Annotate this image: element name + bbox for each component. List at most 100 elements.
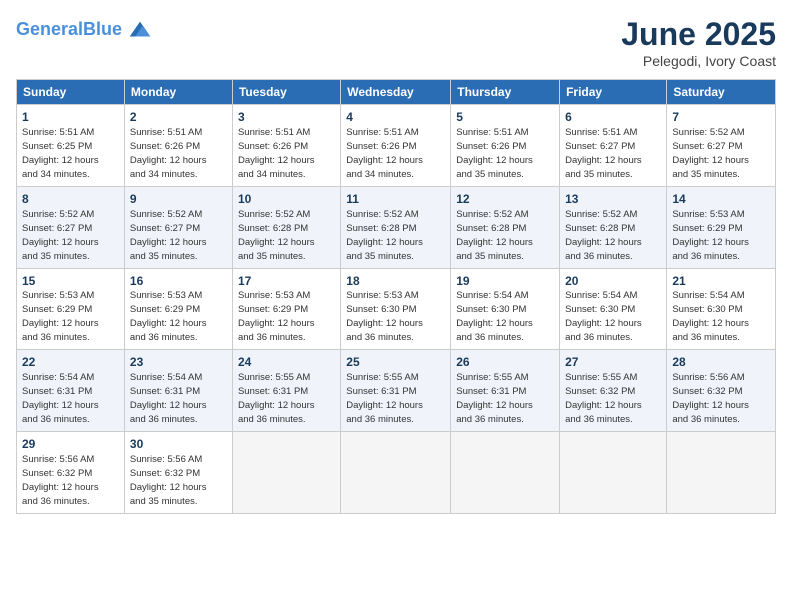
day-info: Sunrise: 5:52 AM Sunset: 6:28 PM Dayligh… — [346, 209, 423, 262]
logo-text: GeneralBlue — [16, 20, 122, 40]
day-number: 15 — [22, 273, 119, 290]
day-number: 16 — [130, 273, 227, 290]
calendar-cell: 23Sunrise: 5:54 AM Sunset: 6:31 PM Dayli… — [124, 350, 232, 432]
day-header-friday: Friday — [560, 80, 667, 105]
day-info: Sunrise: 5:52 AM Sunset: 6:27 PM Dayligh… — [22, 209, 99, 262]
day-number: 7 — [672, 109, 770, 126]
day-info: Sunrise: 5:54 AM Sunset: 6:30 PM Dayligh… — [456, 290, 533, 343]
calendar-cell: 26Sunrise: 5:55 AM Sunset: 6:31 PM Dayli… — [451, 350, 560, 432]
day-header-saturday: Saturday — [667, 80, 776, 105]
day-info: Sunrise: 5:53 AM Sunset: 6:30 PM Dayligh… — [346, 290, 423, 343]
calendar-cell: 27Sunrise: 5:55 AM Sunset: 6:32 PM Dayli… — [560, 350, 667, 432]
day-header-tuesday: Tuesday — [232, 80, 340, 105]
day-info: Sunrise: 5:55 AM Sunset: 6:31 PM Dayligh… — [346, 372, 423, 425]
calendar-cell: 17Sunrise: 5:53 AM Sunset: 6:29 PM Dayli… — [232, 268, 340, 350]
calendar-cell: 9Sunrise: 5:52 AM Sunset: 6:27 PM Daylig… — [124, 186, 232, 268]
calendar-cell: 29Sunrise: 5:56 AM Sunset: 6:32 PM Dayli… — [17, 432, 125, 514]
calendar-cell: 15Sunrise: 5:53 AM Sunset: 6:29 PM Dayli… — [17, 268, 125, 350]
calendar-cell: 19Sunrise: 5:54 AM Sunset: 6:30 PM Dayli… — [451, 268, 560, 350]
calendar-cell: 10Sunrise: 5:52 AM Sunset: 6:28 PM Dayli… — [232, 186, 340, 268]
day-info: Sunrise: 5:56 AM Sunset: 6:32 PM Dayligh… — [672, 372, 749, 425]
day-number: 17 — [238, 273, 335, 290]
day-number: 9 — [130, 191, 227, 208]
calendar-cell: 7Sunrise: 5:52 AM Sunset: 6:27 PM Daylig… — [667, 105, 776, 187]
day-info: Sunrise: 5:51 AM Sunset: 6:26 PM Dayligh… — [238, 127, 315, 180]
calendar-week-row: 15Sunrise: 5:53 AM Sunset: 6:29 PM Dayli… — [17, 268, 776, 350]
title-block: June 2025 Pelegodi, Ivory Coast — [621, 16, 776, 69]
day-info: Sunrise: 5:54 AM Sunset: 6:31 PM Dayligh… — [22, 372, 99, 425]
calendar-week-row: 29Sunrise: 5:56 AM Sunset: 6:32 PM Dayli… — [17, 432, 776, 514]
day-number: 14 — [672, 191, 770, 208]
day-number: 2 — [130, 109, 227, 126]
calendar-cell: 13Sunrise: 5:52 AM Sunset: 6:28 PM Dayli… — [560, 186, 667, 268]
day-header-thursday: Thursday — [451, 80, 560, 105]
main-title: June 2025 — [621, 16, 776, 53]
calendar-week-row: 8Sunrise: 5:52 AM Sunset: 6:27 PM Daylig… — [17, 186, 776, 268]
logo: GeneralBlue — [16, 16, 154, 44]
calendar-cell: 8Sunrise: 5:52 AM Sunset: 6:27 PM Daylig… — [17, 186, 125, 268]
day-info: Sunrise: 5:54 AM Sunset: 6:30 PM Dayligh… — [672, 290, 749, 343]
calendar-week-row: 22Sunrise: 5:54 AM Sunset: 6:31 PM Dayli… — [17, 350, 776, 432]
day-number: 20 — [565, 273, 661, 290]
header: GeneralBlue June 2025 Pelegodi, Ivory Co… — [16, 16, 776, 69]
day-info: Sunrise: 5:54 AM Sunset: 6:31 PM Dayligh… — [130, 372, 207, 425]
day-number: 5 — [456, 109, 554, 126]
day-number: 18 — [346, 273, 445, 290]
day-info: Sunrise: 5:55 AM Sunset: 6:31 PM Dayligh… — [238, 372, 315, 425]
day-info: Sunrise: 5:52 AM Sunset: 6:28 PM Dayligh… — [238, 209, 315, 262]
day-info: Sunrise: 5:55 AM Sunset: 6:31 PM Dayligh… — [456, 372, 533, 425]
day-info: Sunrise: 5:52 AM Sunset: 6:27 PM Dayligh… — [130, 209, 207, 262]
day-info: Sunrise: 5:51 AM Sunset: 6:26 PM Dayligh… — [456, 127, 533, 180]
day-info: Sunrise: 5:52 AM Sunset: 6:27 PM Dayligh… — [672, 127, 749, 180]
calendar-cell: 22Sunrise: 5:54 AM Sunset: 6:31 PM Dayli… — [17, 350, 125, 432]
calendar-cell: 12Sunrise: 5:52 AM Sunset: 6:28 PM Dayli… — [451, 186, 560, 268]
day-info: Sunrise: 5:54 AM Sunset: 6:30 PM Dayligh… — [565, 290, 642, 343]
calendar-table: SundayMondayTuesdayWednesdayThursdayFrid… — [16, 79, 776, 514]
day-number: 11 — [346, 191, 445, 208]
day-info: Sunrise: 5:53 AM Sunset: 6:29 PM Dayligh… — [238, 290, 315, 343]
day-number: 22 — [22, 354, 119, 371]
calendar-cell: 21Sunrise: 5:54 AM Sunset: 6:30 PM Dayli… — [667, 268, 776, 350]
calendar-cell: 2Sunrise: 5:51 AM Sunset: 6:26 PM Daylig… — [124, 105, 232, 187]
calendar-cell: 16Sunrise: 5:53 AM Sunset: 6:29 PM Dayli… — [124, 268, 232, 350]
calendar-header-row: SundayMondayTuesdayWednesdayThursdayFrid… — [17, 80, 776, 105]
day-number: 10 — [238, 191, 335, 208]
day-number: 13 — [565, 191, 661, 208]
day-info: Sunrise: 5:53 AM Sunset: 6:29 PM Dayligh… — [22, 290, 99, 343]
calendar-body: 1Sunrise: 5:51 AM Sunset: 6:25 PM Daylig… — [17, 105, 776, 514]
day-number: 12 — [456, 191, 554, 208]
day-number: 21 — [672, 273, 770, 290]
day-info: Sunrise: 5:51 AM Sunset: 6:26 PM Dayligh… — [130, 127, 207, 180]
day-info: Sunrise: 5:56 AM Sunset: 6:32 PM Dayligh… — [22, 454, 99, 507]
calendar-cell: 4Sunrise: 5:51 AM Sunset: 6:26 PM Daylig… — [341, 105, 451, 187]
calendar-cell: 28Sunrise: 5:56 AM Sunset: 6:32 PM Dayli… — [667, 350, 776, 432]
calendar-cell: 1Sunrise: 5:51 AM Sunset: 6:25 PM Daylig… — [17, 105, 125, 187]
page: GeneralBlue June 2025 Pelegodi, Ivory Co… — [0, 0, 792, 612]
day-number: 8 — [22, 191, 119, 208]
logo-icon — [126, 16, 154, 44]
day-number: 27 — [565, 354, 661, 371]
calendar-cell: 24Sunrise: 5:55 AM Sunset: 6:31 PM Dayli… — [232, 350, 340, 432]
day-header-sunday: Sunday — [17, 80, 125, 105]
calendar-cell — [667, 432, 776, 514]
day-info: Sunrise: 5:52 AM Sunset: 6:28 PM Dayligh… — [565, 209, 642, 262]
day-number: 3 — [238, 109, 335, 126]
subtitle: Pelegodi, Ivory Coast — [621, 53, 776, 69]
day-info: Sunrise: 5:52 AM Sunset: 6:28 PM Dayligh… — [456, 209, 533, 262]
calendar-cell — [232, 432, 340, 514]
calendar-cell: 11Sunrise: 5:52 AM Sunset: 6:28 PM Dayli… — [341, 186, 451, 268]
calendar-cell: 6Sunrise: 5:51 AM Sunset: 6:27 PM Daylig… — [560, 105, 667, 187]
day-info: Sunrise: 5:51 AM Sunset: 6:25 PM Dayligh… — [22, 127, 99, 180]
calendar-cell: 25Sunrise: 5:55 AM Sunset: 6:31 PM Dayli… — [341, 350, 451, 432]
day-number: 6 — [565, 109, 661, 126]
day-info: Sunrise: 5:55 AM Sunset: 6:32 PM Dayligh… — [565, 372, 642, 425]
day-number: 29 — [22, 436, 119, 453]
day-header-wednesday: Wednesday — [341, 80, 451, 105]
day-info: Sunrise: 5:51 AM Sunset: 6:27 PM Dayligh… — [565, 127, 642, 180]
day-info: Sunrise: 5:53 AM Sunset: 6:29 PM Dayligh… — [130, 290, 207, 343]
day-number: 23 — [130, 354, 227, 371]
day-number: 30 — [130, 436, 227, 453]
day-number: 4 — [346, 109, 445, 126]
day-number: 26 — [456, 354, 554, 371]
calendar-cell: 3Sunrise: 5:51 AM Sunset: 6:26 PM Daylig… — [232, 105, 340, 187]
